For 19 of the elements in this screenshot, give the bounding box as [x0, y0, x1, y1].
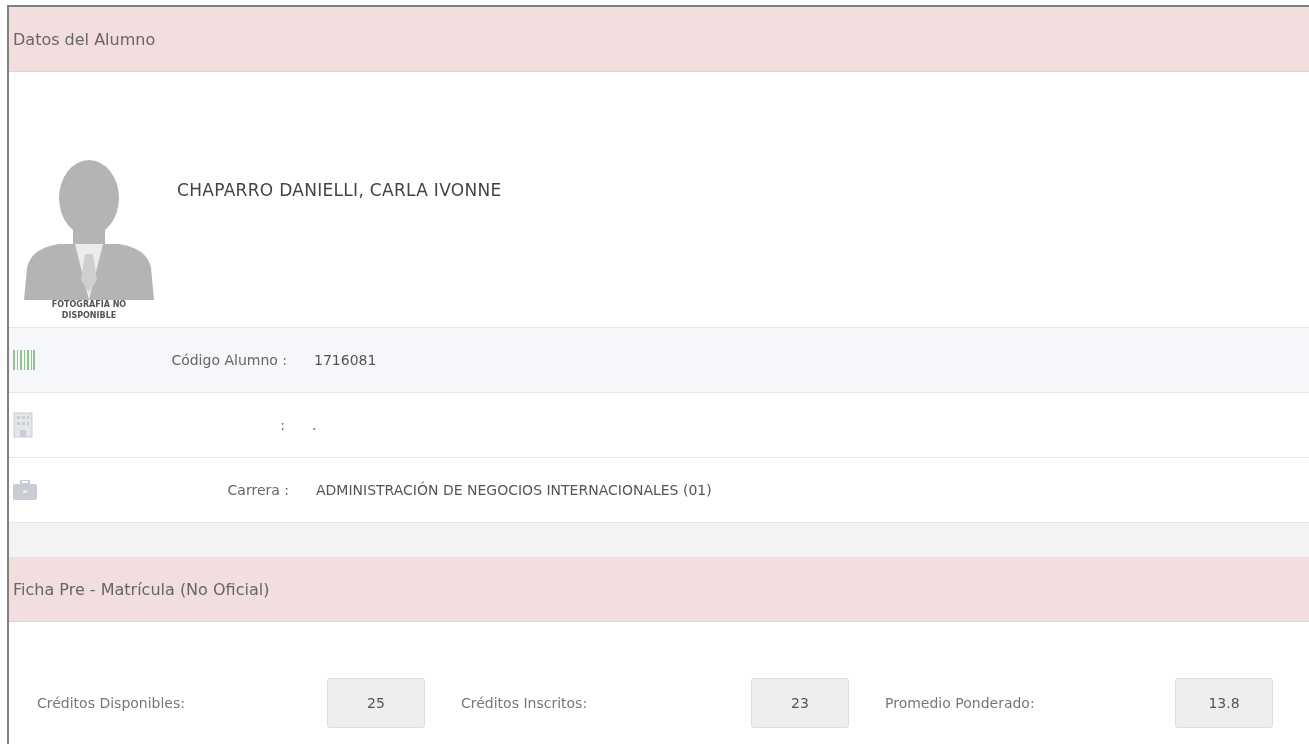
field-label: Promedio Ponderado:	[885, 695, 1036, 711]
field-label: Créditos Disponibles:	[37, 695, 186, 711]
field-label: Créditos Inscritos:	[461, 695, 589, 711]
readonly-field: 23	[751, 678, 849, 728]
field-label: Código Alumno :	[170, 352, 287, 368]
field-value: 1716081	[314, 352, 377, 368]
field-value: ADMINISTRACIÓN DE NEGOCIOS INTERNACIONALES (01)	[316, 482, 712, 498]
readonly-field: 25	[327, 678, 425, 728]
field-label: :	[279, 417, 285, 433]
readonly-field: 13.8	[1175, 678, 1273, 728]
field-value: .	[312, 417, 317, 433]
panel-title: Ficha Pre - Matrícula (No Oficial)	[13, 579, 270, 599]
student-name: CHAPARRO DANIELLI, CARLA IVONNE	[177, 180, 502, 200]
photo-caption: FOTOGRAFIA NO DISPONIBLE	[50, 300, 128, 321]
briefcase-icon	[13, 480, 37, 500]
panel-title: Datos del Alumno	[13, 29, 156, 49]
field-label: Carrera :	[226, 482, 289, 498]
barcode-icon	[13, 350, 35, 370]
building-icon	[13, 412, 33, 438]
